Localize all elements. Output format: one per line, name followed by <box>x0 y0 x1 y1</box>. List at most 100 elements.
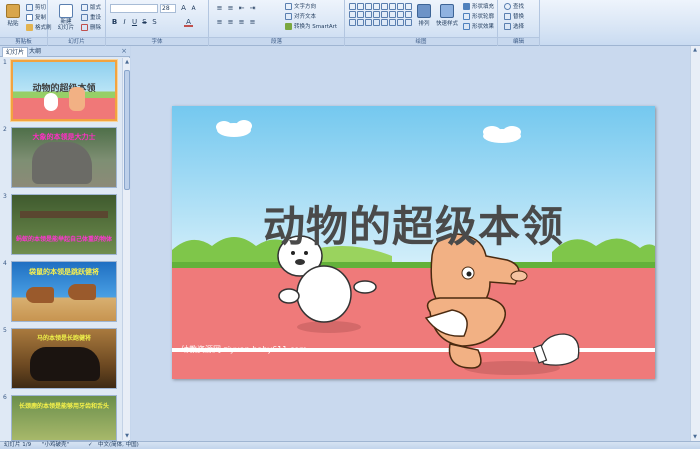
bear-figure <box>44 93 58 111</box>
thumbnail-title: 长颈鹿的本领是能够用牙齿和舌头 <box>18 403 109 410</box>
reset-button[interactable]: 重设 <box>81 13 101 21</box>
editor-scroll-up-icon[interactable]: ▲ <box>691 46 699 54</box>
spell-check-icon[interactable]: ✓ <box>88 442 93 449</box>
shadow-button[interactable]: S <box>150 18 159 27</box>
slide-thumbnail[interactable]: 2 大象的本领是大力士 <box>0 126 122 190</box>
paste-button[interactable]: 粘贴 <box>2 2 24 36</box>
tab-slides[interactable]: 幻灯片 <box>2 47 29 57</box>
slide-title[interactable]: 动物的超级本领 <box>172 193 655 254</box>
delete-icon <box>81 23 88 31</box>
arrange-icon <box>417 4 431 18</box>
slides-group: 新建 幻灯片 版式 重设 删除 幻灯片 <box>48 0 106 46</box>
slide-watermark: 幼教资源网 ziyuan.baby611.com <box>181 345 307 354</box>
panel-scroll-thumb[interactable] <box>124 70 130 190</box>
justify-button[interactable]: ≡ <box>248 18 257 27</box>
tab-outline[interactable]: 大纲 <box>26 47 44 57</box>
editor-scroll-down-icon[interactable]: ▼ <box>691 433 699 441</box>
slides-label: 幻灯片 <box>48 37 105 45</box>
select-icon <box>504 22 511 30</box>
slide-thumbnail[interactable]: 3 蚂蚁的本领是能举起自己体重的物体 <box>0 193 122 257</box>
replace-button[interactable]: 替换 <box>504 12 524 20</box>
align-text-button[interactable]: 对齐文本 <box>285 12 316 20</box>
bold-button[interactable]: B <box>110 18 119 27</box>
shapes-gallery[interactable] <box>349 3 412 26</box>
font-name-select[interactable] <box>110 4 158 13</box>
copy-icon <box>26 13 33 21</box>
strikethrough-button[interactable]: S <box>140 18 149 27</box>
status-bar: 幻灯片 1/9 "小鸡破壳" ✓ 中文(简体, 中国) <box>0 441 700 449</box>
new-slide-button[interactable]: 新建 幻灯片 <box>54 2 78 36</box>
language-indicator[interactable]: 中文(简体, 中国) <box>98 442 139 449</box>
thumbnail-title: 动物的超级本领 <box>32 84 96 94</box>
italic-button[interactable]: I <box>120 18 129 27</box>
editing-group: 查找 替换 选择 编辑 <box>498 0 540 46</box>
smartart-icon <box>285 22 292 30</box>
thumbnail-title: 蚂蚁的本领是能举起自己体重的物体 <box>15 236 112 243</box>
panel-scrollbar[interactable]: ▲ ▼ <box>122 58 130 440</box>
fill-icon <box>463 2 470 10</box>
brush-icon <box>26 23 33 31</box>
slides-panel: 幻灯片 大纲 × 1 动物的超级本领 2 大象的本领是大力士 3 蚂蚁的本领是能… <box>0 46 130 441</box>
thumbnail-title: 袋鼠的本领是跳跃健将 <box>29 268 99 276</box>
new-slide-icon <box>59 4 73 18</box>
pig-figure <box>69 87 85 111</box>
outline-icon <box>463 12 470 20</box>
drawing-label: 绘图 <box>345 37 497 45</box>
shrink-font-button[interactable]: A <box>189 4 198 13</box>
paste-icon <box>6 4 20 18</box>
paragraph-group: ≡ ≡ ⇤ ⇥ ≡ ≡ ≡ ≡ 文字方向 对齐文本 转换为 SmartArt 段… <box>209 0 345 46</box>
font-color-button[interactable]: A <box>184 18 193 27</box>
editor-scrollbar[interactable]: ▲ ▼ <box>690 46 700 441</box>
shape-fill-button[interactable]: 形状填充 <box>463 2 494 10</box>
align-right-button[interactable]: ≡ <box>237 18 246 27</box>
text-direction-button[interactable]: 文字方向 <box>285 2 316 10</box>
panel-tabs: 幻灯片 大纲 × <box>0 46 130 57</box>
thumbnail-title: 大象的本领是大力士 <box>32 133 96 141</box>
clipboard-label: 剪贴板 <box>0 37 47 45</box>
align-text-icon <box>285 12 292 20</box>
branch-figure <box>20 211 108 218</box>
kangaroo-figure <box>26 287 54 303</box>
paragraph-label: 段落 <box>209 37 344 45</box>
numbering-button[interactable]: ≡ <box>226 4 235 13</box>
copy-button[interactable]: 复制 <box>26 13 46 21</box>
find-button[interactable]: 查找 <box>504 2 524 10</box>
theme-name: "小鸡破壳" <box>42 442 70 448</box>
decrease-indent-button[interactable]: ⇤ <box>237 4 246 13</box>
replace-icon <box>504 12 511 20</box>
quick-styles-icon <box>440 4 454 18</box>
slide-thumbnail[interactable]: 4 袋鼠的本领是跳跃健将 <box>0 260 122 324</box>
bullets-button[interactable]: ≡ <box>215 4 224 13</box>
convert-smartart-button[interactable]: 转换为 SmartArt <box>285 22 337 30</box>
layout-button[interactable]: 版式 <box>81 3 101 11</box>
arrange-button[interactable]: 排列 <box>413 2 435 36</box>
align-left-button[interactable]: ≡ <box>215 18 224 27</box>
scissors-icon <box>26 3 33 11</box>
close-panel-icon[interactable]: × <box>121 47 127 55</box>
align-center-button[interactable]: ≡ <box>226 18 235 27</box>
text-direction-icon <box>285 2 292 10</box>
slide-thumbnail[interactable]: 5 马的本领是长跑健将 <box>0 327 122 391</box>
font-label: 字体 <box>106 37 208 45</box>
slide-thumbnail[interactable]: 1 动物的超级本领 <box>0 59 122 123</box>
grow-font-button[interactable]: A <box>179 4 188 13</box>
layout-icon <box>81 3 88 11</box>
find-icon <box>504 2 511 10</box>
cut-button[interactable]: 剪切 <box>26 3 46 11</box>
elephant-figure <box>32 142 92 184</box>
scroll-up-icon[interactable]: ▲ <box>123 58 131 66</box>
kangaroo-figure <box>68 284 96 300</box>
increase-indent-button[interactable]: ⇥ <box>248 4 257 13</box>
shape-outline-button[interactable]: 形状轮廓 <box>463 12 494 20</box>
font-size-select[interactable]: 28 <box>160 4 176 13</box>
select-button[interactable]: 选择 <box>504 22 524 30</box>
underline-button[interactable]: U <box>130 18 139 27</box>
shape-effects-button[interactable]: 形状效果 <box>463 22 494 30</box>
scroll-down-icon[interactable]: ▼ <box>123 432 131 440</box>
quick-styles-button[interactable]: 快速样式 <box>433 2 461 36</box>
drawing-group: 排列 快速样式 形状填充 形状轮廓 形状效果 绘图 <box>345 0 498 46</box>
horse-figure <box>30 347 100 381</box>
current-slide[interactable]: 动物的超级本领 幼教资源网 ziyuan.baby611.com <box>172 106 655 379</box>
editing-label: 编辑 <box>498 37 539 45</box>
delete-slide-button[interactable]: 删除 <box>81 23 101 31</box>
